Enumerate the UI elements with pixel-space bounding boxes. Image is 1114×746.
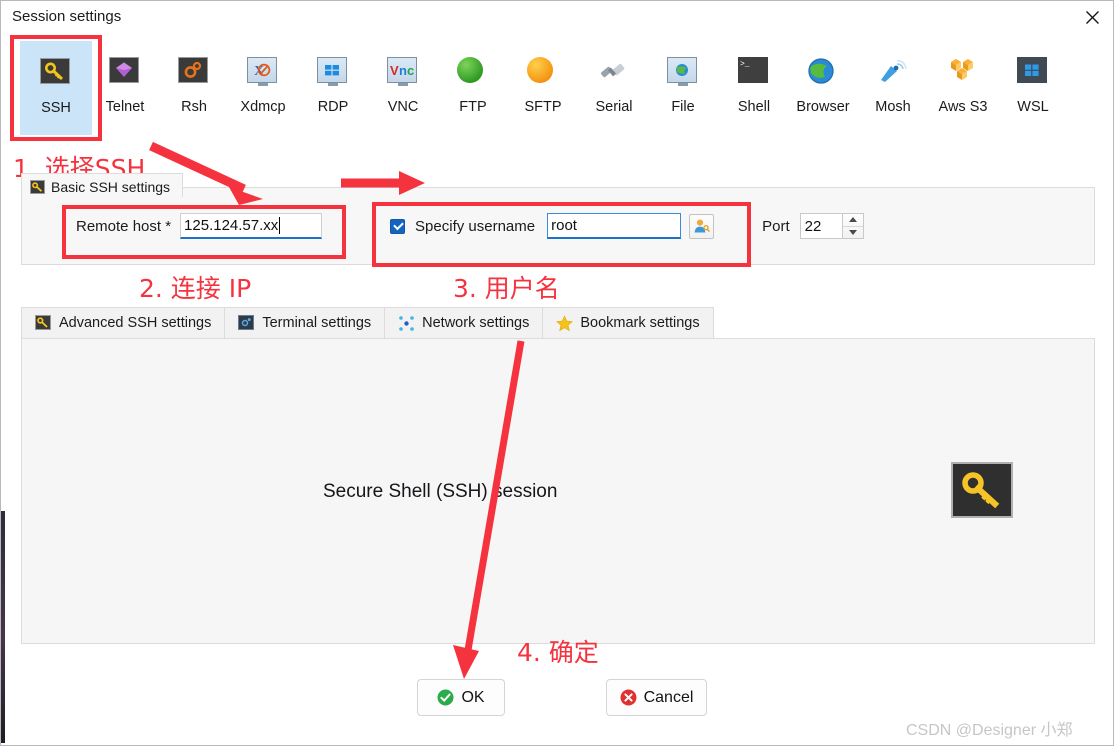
protocol-wsl[interactable]: WSL [997, 41, 1069, 135]
basic-ssh-settings-tab[interactable]: Basic SSH settings [21, 173, 184, 197]
protocol-label: Rsh [181, 99, 207, 115]
protocol-label: Aws S3 [938, 99, 988, 115]
browser-globe-icon [807, 57, 839, 89]
protocol-serial[interactable]: Serial [578, 41, 650, 135]
protocol-vnc[interactable]: V n c VNC [367, 41, 439, 135]
protocol-ssh[interactable]: SSH [20, 41, 92, 135]
protocol-xdmcp[interactable]: X Xdmcp [227, 41, 299, 135]
xdmcp-monitor-icon: X [247, 57, 279, 89]
annotation-step-4: 4. 确定 [517, 638, 599, 667]
x-circle-icon [620, 689, 637, 706]
protocol-label: Telnet [105, 99, 145, 115]
protocol-label: VNC [387, 99, 419, 115]
basic-ssh-settings-tab-label: Basic SSH settings [51, 179, 171, 195]
network-nodes-icon [398, 315, 415, 332]
chevron-up-icon[interactable] [843, 214, 863, 226]
telnet-gem-icon [109, 57, 141, 89]
sftp-globe-orange-icon [527, 57, 559, 89]
protocol-label: Shell [737, 99, 771, 115]
annotation-step-3: 3. 用户名 [453, 274, 560, 303]
port-value[interactable]: 22 [799, 213, 842, 239]
rdp-monitor-icon [317, 57, 349, 89]
check-circle-icon [437, 689, 454, 706]
file-monitor-globe-icon [667, 57, 699, 89]
key-icon [40, 58, 72, 90]
session-settings-dialog: Session settings SSH Telnet Rsh X Xdmcp … [0, 0, 1114, 746]
tab-bookmark-settings[interactable]: Bookmark settings [542, 307, 714, 339]
ok-button[interactable]: OK [417, 679, 505, 716]
vnc-monitor-icon: V n c [387, 57, 419, 89]
key-icon [35, 314, 52, 332]
protocol-label: Mosh [875, 99, 911, 115]
tab-label: Terminal settings [262, 315, 372, 331]
protocol-label: FTP [459, 99, 487, 115]
svg-text:c: c [407, 63, 414, 78]
svg-text:n: n [399, 63, 407, 78]
port-label: Port [762, 217, 790, 235]
svg-text:V: V [390, 63, 399, 78]
protocol-rdp[interactable]: RDP [297, 41, 369, 135]
username-value: root [551, 217, 577, 234]
key-icon [951, 462, 1013, 518]
protocol-label: WSL [1017, 99, 1049, 115]
terminal-icon [238, 314, 255, 332]
key-icon [30, 180, 45, 194]
protocol-label: SFTP [524, 99, 562, 115]
tab-label: Advanced SSH settings [59, 315, 212, 331]
remote-host-value: 125.124.57.xx [184, 217, 279, 234]
tab-terminal-settings[interactable]: Terminal settings [224, 307, 385, 339]
tab-label: Bookmark settings [580, 315, 700, 331]
tab-label: Network settings [422, 315, 530, 331]
wsl-windows-icon [1017, 57, 1049, 89]
text-caret [279, 217, 281, 234]
cancel-button[interactable]: Cancel [606, 679, 707, 716]
session-preview-caption: Secure Shell (SSH) session [323, 481, 558, 502]
basic-ssh-settings-panel: Remote host * 125.124.57.xx Specify user… [21, 187, 1095, 265]
dialog-title: Session settings [12, 8, 122, 25]
protocol-telnet[interactable]: Telnet [89, 41, 161, 135]
ok-button-label: OK [461, 688, 485, 706]
ftp-globe-green-icon [457, 57, 489, 89]
watermark: CSDN @Designer 小郑 [906, 722, 1073, 739]
mosh-satellite-icon [877, 57, 909, 89]
cancel-button-label: Cancel [643, 688, 694, 706]
protocol-ftp[interactable]: FTP [437, 41, 509, 135]
specify-username-checkbox[interactable] [390, 218, 406, 234]
protocol-label: File [671, 99, 695, 115]
port-stepper[interactable]: 22 [799, 213, 864, 239]
protocol-label: Serial [595, 99, 633, 115]
serial-plug-icon [598, 57, 630, 89]
protocol-label: SSH [41, 100, 71, 116]
protocol-label: RDP [317, 99, 349, 115]
chevron-down-icon[interactable] [842, 225, 863, 239]
annotation-step-2: 2. 连接 IP [139, 274, 252, 303]
aws-s3-buckets-icon [947, 57, 979, 89]
star-icon [556, 314, 574, 332]
protocol-label: Browser [796, 99, 850, 115]
shell-prompt-icon: >_ [738, 57, 770, 89]
protocol-file[interactable]: File [647, 41, 719, 135]
remote-host-label: Remote host * [76, 217, 172, 235]
window-edge-artifact [1, 511, 5, 743]
protocol-label: Xdmcp [240, 99, 286, 115]
settings-tabs: Advanced SSH settings Terminal settings [21, 307, 714, 339]
tab-network-settings[interactable]: Network settings [384, 307, 543, 339]
svg-text:>_: >_ [740, 60, 750, 69]
rsh-gears-icon [178, 57, 210, 89]
username-input[interactable]: root [547, 213, 682, 239]
protocol-mosh[interactable]: Mosh [857, 41, 929, 135]
remote-host-input[interactable]: 125.124.57.xx [180, 213, 323, 239]
specify-username-label: Specify username [415, 217, 536, 235]
tab-advanced-ssh-settings[interactable]: Advanced SSH settings [21, 307, 225, 339]
protocol-rsh[interactable]: Rsh [158, 41, 230, 135]
user-key-icon[interactable] [689, 213, 715, 239]
close-icon[interactable] [1069, 1, 1113, 34]
protocol-sftp[interactable]: SFTP [507, 41, 579, 135]
protocol-aws-s3[interactable]: Aws S3 [927, 41, 999, 135]
protocol-shell[interactable]: >_ Shell [718, 41, 790, 135]
protocol-browser[interactable]: Browser [787, 41, 859, 135]
titlebar: Session settings [1, 1, 1113, 35]
protocol-toolbar: SSH Telnet Rsh X Xdmcp RDP V n c VNC FTP… [1, 35, 1113, 143]
session-preview-panel [21, 338, 1095, 644]
